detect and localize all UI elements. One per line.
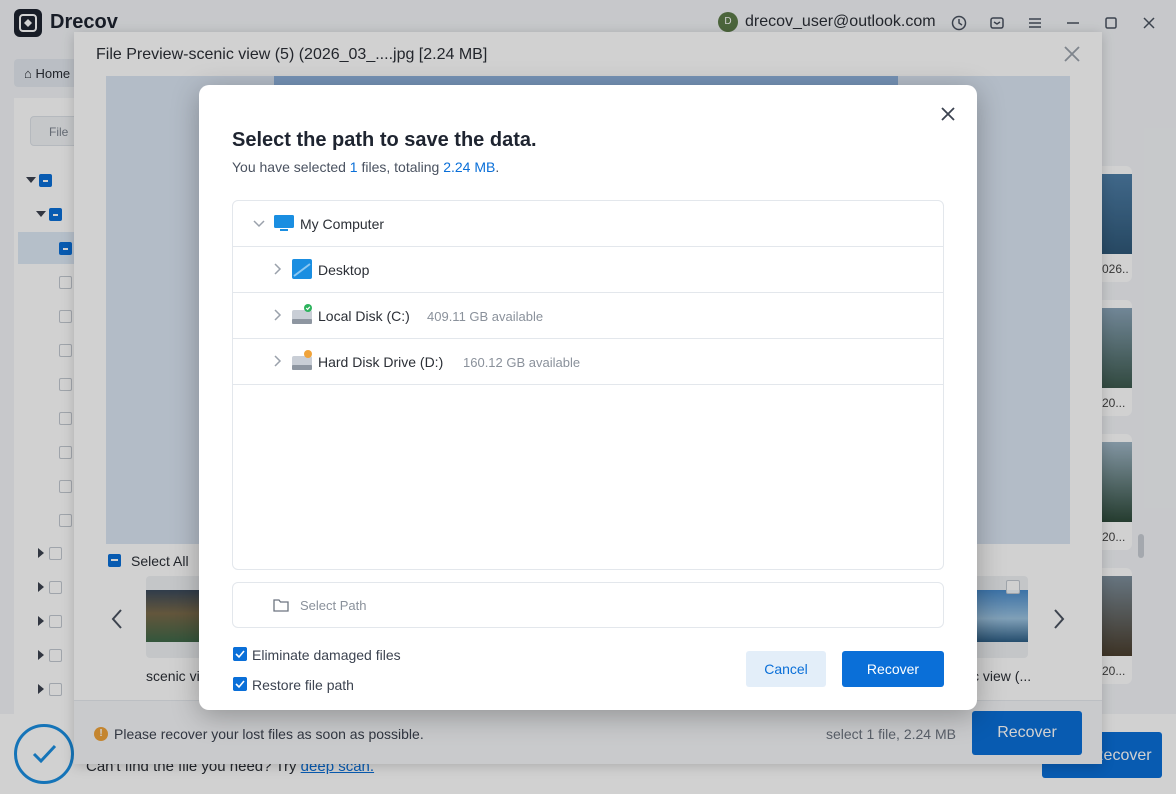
subtitle-middle: files, totaling bbox=[357, 159, 444, 175]
restore-path-checkbox[interactable] bbox=[233, 677, 247, 691]
computer-icon bbox=[274, 215, 294, 231]
selected-size: 2.24 MB bbox=[443, 159, 496, 175]
dialog-subtitle: You have selected 1 files, totaling 2.24… bbox=[232, 159, 499, 175]
dialog-title: Select the path to save the data. bbox=[232, 129, 537, 151]
desktop-icon bbox=[292, 259, 312, 279]
tree-item-my-computer[interactable]: My Computer bbox=[233, 201, 943, 247]
chevron-down-icon[interactable] bbox=[253, 217, 265, 229]
tree-item-desktop[interactable]: Desktop bbox=[233, 247, 943, 293]
drive-icon bbox=[292, 350, 312, 370]
chevron-right-icon[interactable] bbox=[271, 355, 283, 367]
select-path-placeholder: Select Path bbox=[300, 598, 367, 613]
drive-icon bbox=[292, 304, 312, 324]
folder-icon bbox=[273, 599, 289, 612]
tree-item-hard-disk-d[interactable]: Hard Disk Drive (D:) 160.12 GB available bbox=[233, 339, 943, 385]
available-space: 409.11 GB available bbox=[427, 309, 544, 324]
eliminate-damaged-label: Eliminate damaged files bbox=[252, 647, 401, 663]
tree-item-label: Desktop bbox=[318, 262, 370, 278]
folder-tree: My Computer Desktop Local Disk (C:) 409.… bbox=[232, 200, 944, 570]
selected-count: 1 bbox=[349, 159, 358, 175]
tree-item-local-disk-c[interactable]: Local Disk (C:) 409.11 GB available bbox=[233, 293, 943, 339]
eliminate-damaged-checkbox[interactable] bbox=[233, 647, 247, 661]
subtitle-prefix: You have selected bbox=[232, 159, 350, 175]
available-space: 160.12 GB available bbox=[463, 355, 581, 370]
subtitle-suffix: . bbox=[495, 159, 500, 175]
tree-item-label: Local Disk (C:) bbox=[318, 308, 410, 324]
select-path-field[interactable]: Select Path bbox=[232, 582, 944, 628]
cancel-button[interactable]: Cancel bbox=[746, 651, 826, 687]
chevron-right-icon[interactable] bbox=[271, 263, 283, 275]
recover-button[interactable]: Recover bbox=[842, 651, 944, 687]
chevron-right-icon[interactable] bbox=[271, 309, 283, 321]
tree-item-label: Hard Disk Drive (D:) bbox=[318, 354, 444, 370]
save-path-dialog: Select the path to save the data. You ha… bbox=[199, 85, 977, 710]
restore-path-label: Restore file path bbox=[252, 677, 354, 693]
tree-item-label: My Computer bbox=[300, 216, 385, 232]
close-dialog-icon[interactable] bbox=[939, 105, 957, 123]
